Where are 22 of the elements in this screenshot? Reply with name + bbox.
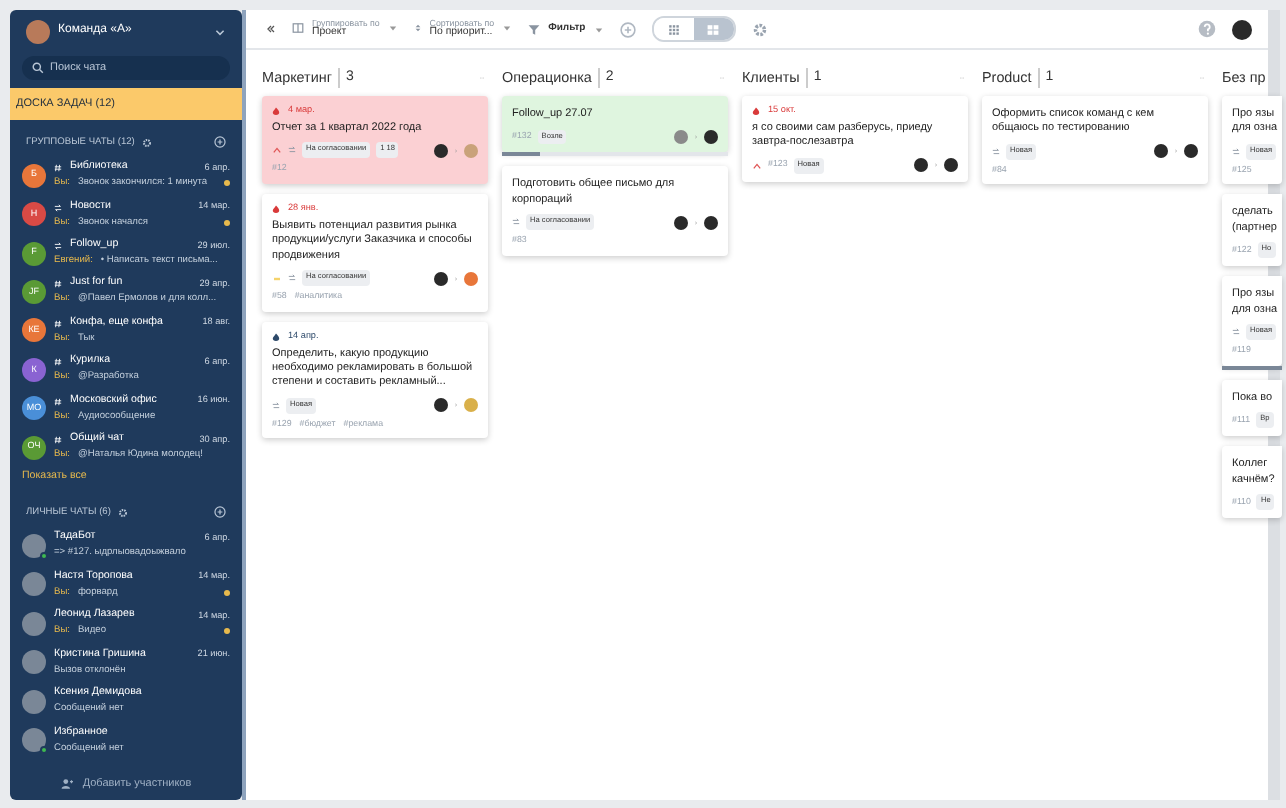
help-icon[interactable] [1198, 20, 1216, 38]
avatar-placeholder [22, 611, 46, 636]
chevron-down-icon[interactable] [214, 25, 226, 38]
add-circle-icon[interactable] [214, 506, 226, 519]
grid-icon [667, 23, 680, 35]
avatar-placeholder [22, 689, 46, 714]
caret-icon[interactable] [502, 24, 513, 33]
caret-icon[interactable] [387, 24, 398, 33]
team-avatar [26, 19, 50, 44]
caret-icon[interactable] [593, 25, 604, 33]
columns-icon [292, 22, 304, 35]
search-icon [32, 61, 44, 74]
collapse-icon[interactable] [266, 24, 276, 34]
avatar-placeholder [22, 572, 46, 597]
board-icon [706, 23, 721, 35]
add-user-icon [60, 777, 75, 790]
add-circle-icon[interactable] [214, 136, 226, 149]
avatar-placeholder [22, 650, 46, 675]
filter-icon [528, 23, 541, 35]
sort-icon [413, 22, 422, 35]
user-avatar[interactable] [1232, 19, 1252, 39]
board-view-button[interactable] [693, 18, 734, 40]
